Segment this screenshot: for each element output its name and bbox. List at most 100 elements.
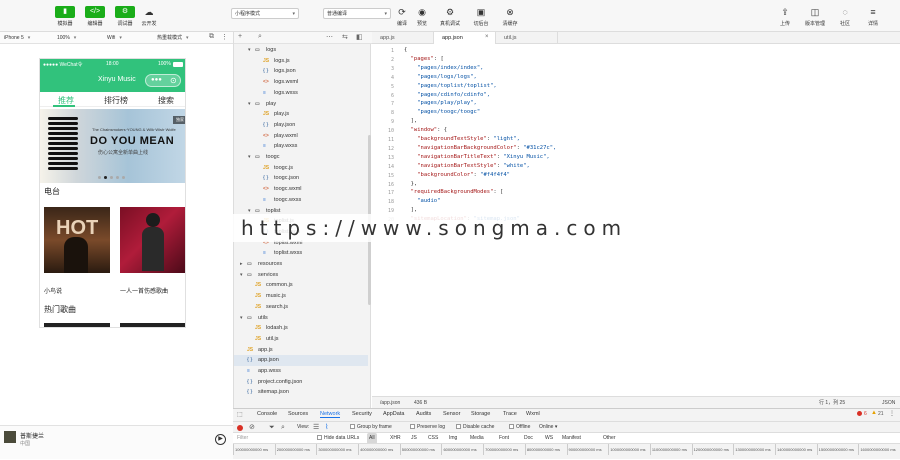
record-icon[interactable]	[237, 425, 243, 431]
devtools-tab-wxml[interactable]: Wxml	[526, 411, 540, 417]
file-item[interactable]: { } project.config.json	[234, 377, 368, 388]
network-timeline[interactable]: 100000000000 ms 200000000000 ms 3000000000…	[233, 443, 900, 460]
file-item[interactable]: JS logs.js	[234, 56, 368, 67]
album-thumb	[4, 431, 16, 443]
close-mini-icon[interactable]: ⊙	[170, 76, 177, 85]
file-item[interactable]: { } play.json	[234, 120, 368, 131]
mode-select[interactable]: 小程序模式	[231, 8, 299, 19]
editor-tab-util-js[interactable]: util.js	[496, 32, 558, 44]
file-item[interactable]: ≡ app.wxss	[234, 366, 368, 377]
remote-debug-button[interactable]: ⚙ 真机调试	[435, 6, 465, 27]
devtools-tab-sensor[interactable]: Sensor	[443, 411, 460, 417]
devtools-tab-security[interactable]: Security	[352, 411, 372, 417]
file-item[interactable]: JS util.js	[234, 334, 368, 345]
js-file-icon: JS	[255, 335, 262, 342]
chevron-down-icon[interactable]: ▾	[248, 45, 255, 56]
tab-rankings[interactable]: 排行榜	[104, 95, 128, 106]
compile-select[interactable]: 普通编译	[323, 8, 391, 19]
more-icon[interactable]: ⋯	[326, 33, 333, 41]
add-file-icon[interactable]: +	[238, 33, 242, 40]
file-item[interactable]: ≡ play.wxss	[234, 141, 368, 152]
code-line: "backgroundTextStyle": "light",	[417, 136, 520, 142]
devtools-tab-console[interactable]: Console	[257, 411, 277, 417]
file-item[interactable]: JS common.js	[234, 280, 368, 291]
clear-cache-button[interactable]: ⊗ 清缓存	[495, 6, 525, 27]
community-button[interactable]: ◌ 社区	[830, 6, 860, 27]
file-item[interactable]: JS play.js	[234, 109, 368, 120]
folder-item[interactable]: ▾ ▭ toogc	[234, 152, 368, 163]
collapse-icon[interactable]: ⇆	[342, 33, 348, 41]
json-file-icon: { }	[247, 378, 253, 385]
folder-item[interactable]: ▸ ▭ resources	[234, 259, 368, 270]
devtools-tab-audits[interactable]: Audits	[416, 411, 431, 417]
file-item[interactable]: { } app.json	[234, 355, 368, 367]
file-item[interactable]: { } toogc.json	[234, 173, 368, 184]
file-name: project.config.json	[258, 378, 303, 385]
file-item[interactable]: JS toogc.js	[234, 163, 368, 174]
file-item[interactable]: <> logs.wxml	[234, 77, 368, 88]
chevron-down-icon[interactable]: ▾	[240, 270, 247, 281]
file-item[interactable]: JS lodash.js	[234, 323, 368, 334]
file-item[interactable]: ≡ logs.wxss	[234, 88, 368, 99]
devtools-more-icon[interactable]: ⋮	[889, 410, 895, 417]
network-select[interactable]: Wifi	[105, 33, 122, 43]
background-button[interactable]: ▣ 切后台	[466, 6, 496, 27]
radio-card-1[interactable]: HOT	[44, 207, 110, 273]
file-item[interactable]: { } sitemap.json	[234, 387, 368, 398]
simulator-toggle-button[interactable]: ▮ 模拟器	[50, 6, 80, 27]
folder-item[interactable]: ▾ ▭ utils	[234, 313, 368, 324]
chevron-down-icon[interactable]: ▾	[248, 152, 255, 163]
devtools-tab-storage[interactable]: Storage	[471, 411, 490, 417]
chevron-down-icon[interactable]: ▾	[240, 313, 247, 324]
file-item[interactable]: { } logs.json	[234, 66, 368, 77]
preview-button[interactable]: ◉ 预览	[407, 6, 437, 27]
details-button[interactable]: ≡ 详情	[858, 6, 888, 27]
folder-icon: ▭	[247, 271, 252, 278]
radio-card-2[interactable]	[120, 207, 185, 273]
cloud-dev-button[interactable]: ☁ 云开发	[134, 6, 164, 27]
timeline-tick: 200000000000 ms	[274, 444, 317, 455]
file-item[interactable]: <> play.wxml	[234, 131, 368, 142]
folder-item[interactable]: ▾ ▭ services	[234, 270, 368, 281]
devtools-tab-appdata[interactable]: AppData	[383, 411, 404, 417]
inspect-icon[interactable]: ⬚	[237, 411, 243, 418]
more-dots-icon[interactable]: ●●●	[151, 77, 162, 83]
banner-carousel[interactable]: The Chainsmokers·YOUNG & Wilk·Wish·Wolfe…	[40, 109, 185, 183]
capsule-menu[interactable]: ●●● ⊙	[145, 74, 181, 87]
popout-icon[interactable]: ⧉	[209, 33, 214, 41]
version-button[interactable]: ◫ 版本管理	[800, 6, 830, 27]
warning-count[interactable]: 21	[878, 411, 884, 417]
code-line: "pages/toogc/toogc"	[404, 109, 481, 116]
hotreload-select[interactable]: 热重载模式	[155, 33, 189, 43]
file-item[interactable]: <> toogc.wxml	[234, 184, 368, 195]
devtools-tab-sources[interactable]: Sources	[288, 411, 308, 417]
file-item[interactable]: JS search.js	[234, 302, 368, 313]
error-count[interactable]: 6	[864, 411, 867, 417]
tab-search[interactable]: 搜索	[158, 95, 174, 106]
zoom-select[interactable]: 100%	[55, 33, 76, 43]
file-item[interactable]: ≡ toplist.wxss	[234, 248, 368, 259]
file-item[interactable]: JS music.js	[234, 291, 368, 302]
panel-icon[interactable]: ◧	[356, 33, 363, 41]
hot-song-card[interactable]	[120, 323, 185, 327]
close-tab-icon[interactable]: ×	[485, 34, 489, 40]
more-icon[interactable]: ⋮	[221, 33, 228, 41]
file-item[interactable]: ≡ toogc.wxss	[234, 195, 368, 206]
device-select[interactable]: iPhone 5	[2, 33, 30, 43]
devtools-tab-trace[interactable]: Trace	[503, 411, 517, 417]
chevron-right-icon[interactable]: ▸	[240, 259, 247, 270]
play-icon[interactable]: ▶	[215, 434, 226, 445]
code-line: "pages/index/index",	[404, 64, 484, 71]
search-icon[interactable]: ⌕	[258, 33, 262, 41]
folder-item[interactable]: ▾ ▭ play	[234, 99, 368, 110]
upload-button[interactable]: ⇪ 上传	[770, 6, 800, 27]
file-item[interactable]: JS app.js	[234, 345, 368, 356]
folder-item[interactable]: ▾ ▭ logs	[234, 45, 368, 56]
hot-song-card[interactable]	[44, 323, 110, 327]
devtools-tab-network[interactable]: Network	[320, 411, 341, 418]
chevron-down-icon[interactable]: ▾	[248, 99, 255, 110]
editor-toggle-button[interactable]: </> 编辑器	[80, 6, 110, 27]
watermark-banner: https://www.songma.com	[219, 214, 680, 242]
code-line: "pages/toplist/toplist",	[404, 82, 497, 89]
editor-tab-app-js[interactable]: app.js	[372, 32, 434, 44]
